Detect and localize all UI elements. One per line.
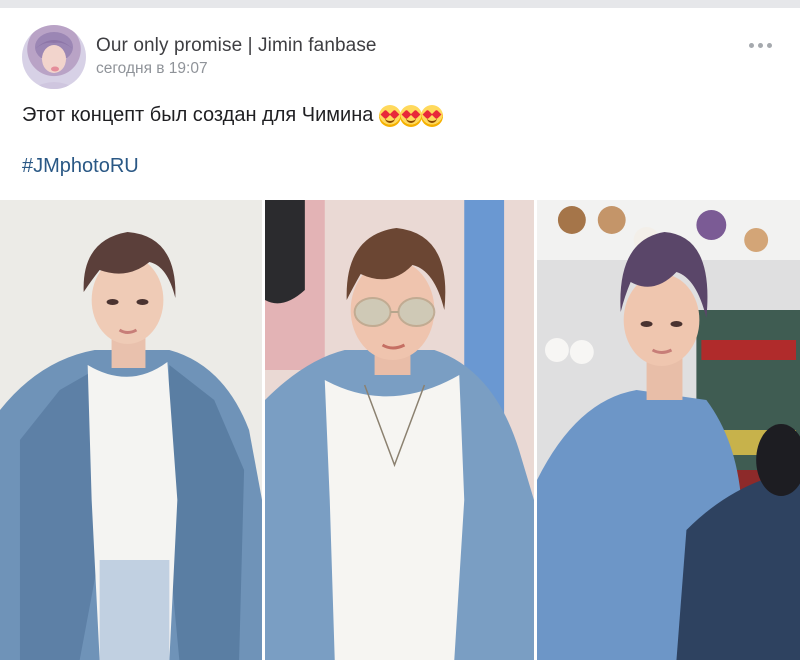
dot [749, 43, 754, 48]
dot [758, 43, 763, 48]
photo-3[interactable] [537, 200, 800, 660]
post-header: Our only promise | Jimin fanbase сегодня… [0, 8, 800, 90]
post-text-content: Этот концепт был создан для Чимина [22, 104, 374, 126]
photo-gallery [0, 200, 800, 660]
photo-1[interactable] [0, 200, 263, 660]
top-divider [0, 0, 800, 8]
post-text: Этот концепт был создан для Чимина [22, 104, 444, 127]
hashtag-link[interactable]: #JMphotoRU [22, 155, 139, 178]
author-name[interactable]: Our only promise | Jimin fanbase [96, 35, 377, 57]
heart-eyes-emoji-icon [421, 104, 444, 127]
dot [767, 43, 772, 48]
more-dots-icon[interactable] [749, 43, 772, 48]
heart-eyes-emoji-icon [379, 104, 402, 127]
emoji-group [379, 104, 444, 127]
post-date[interactable]: сегодня в 19:07 [96, 60, 208, 78]
photo-2[interactable] [265, 200, 534, 660]
heart-eyes-emoji-icon [400, 104, 423, 127]
avatar[interactable] [22, 25, 86, 89]
post-card: Our only promise | Jimin fanbase сегодня… [0, 8, 800, 660]
